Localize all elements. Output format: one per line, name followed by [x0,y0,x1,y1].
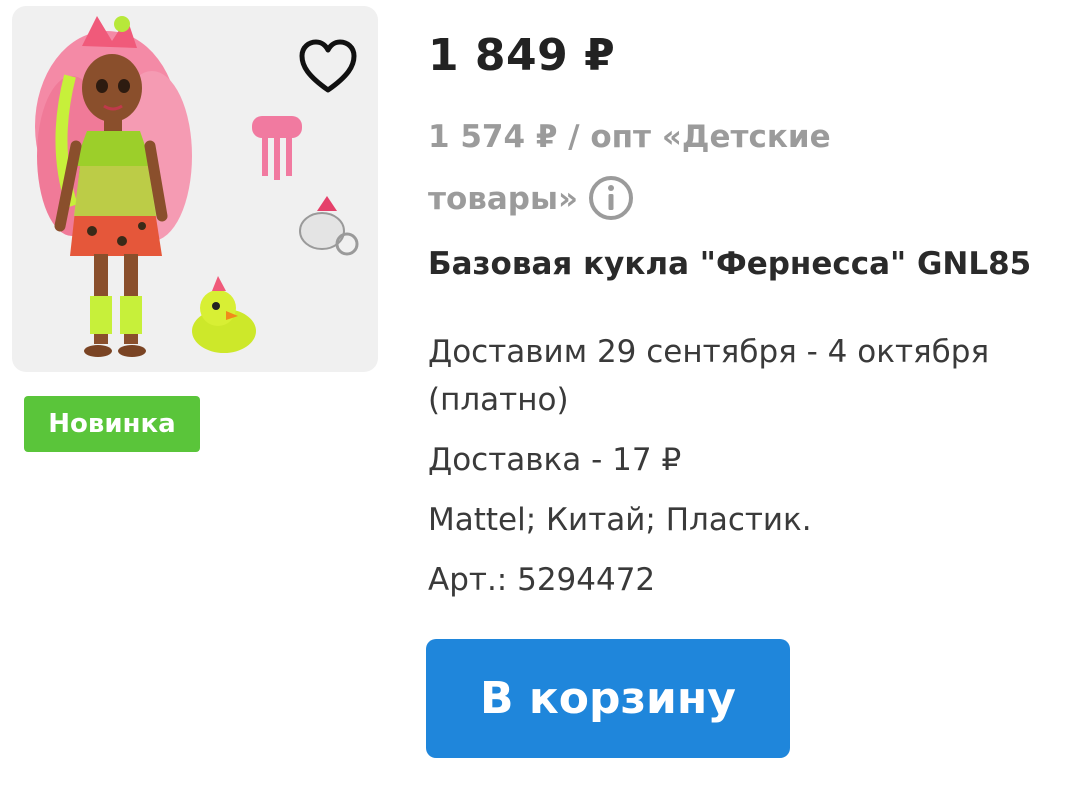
delivery-dates: Доставим 29 сентября - 4 октября (платно… [428,334,990,418]
brand-info: Mattel; Китай; Пластик. [428,502,812,538]
add-to-cart-button[interactable]: В корзину [426,639,790,758]
favorite-heart-icon[interactable] [296,36,360,100]
product-image[interactable] [12,6,378,372]
product-card: Новинка 1 849 ₽ 1 574 ₽ / опт «Детские т… [0,0,1080,799]
product-price: 1 849 ₽ [428,30,616,81]
wholesale-price: 1 574 ₽ / опт «Детские товары» [428,106,858,230]
product-title[interactable]: Базовая кукла "Фернесса" GNL85 [428,246,1068,282]
info-icon[interactable] [588,175,634,221]
article-number: Арт.: 5294472 [428,562,656,598]
delivery-cost: Доставка - 17 ₽ [428,442,682,478]
new-badge: Новинка [24,396,200,452]
